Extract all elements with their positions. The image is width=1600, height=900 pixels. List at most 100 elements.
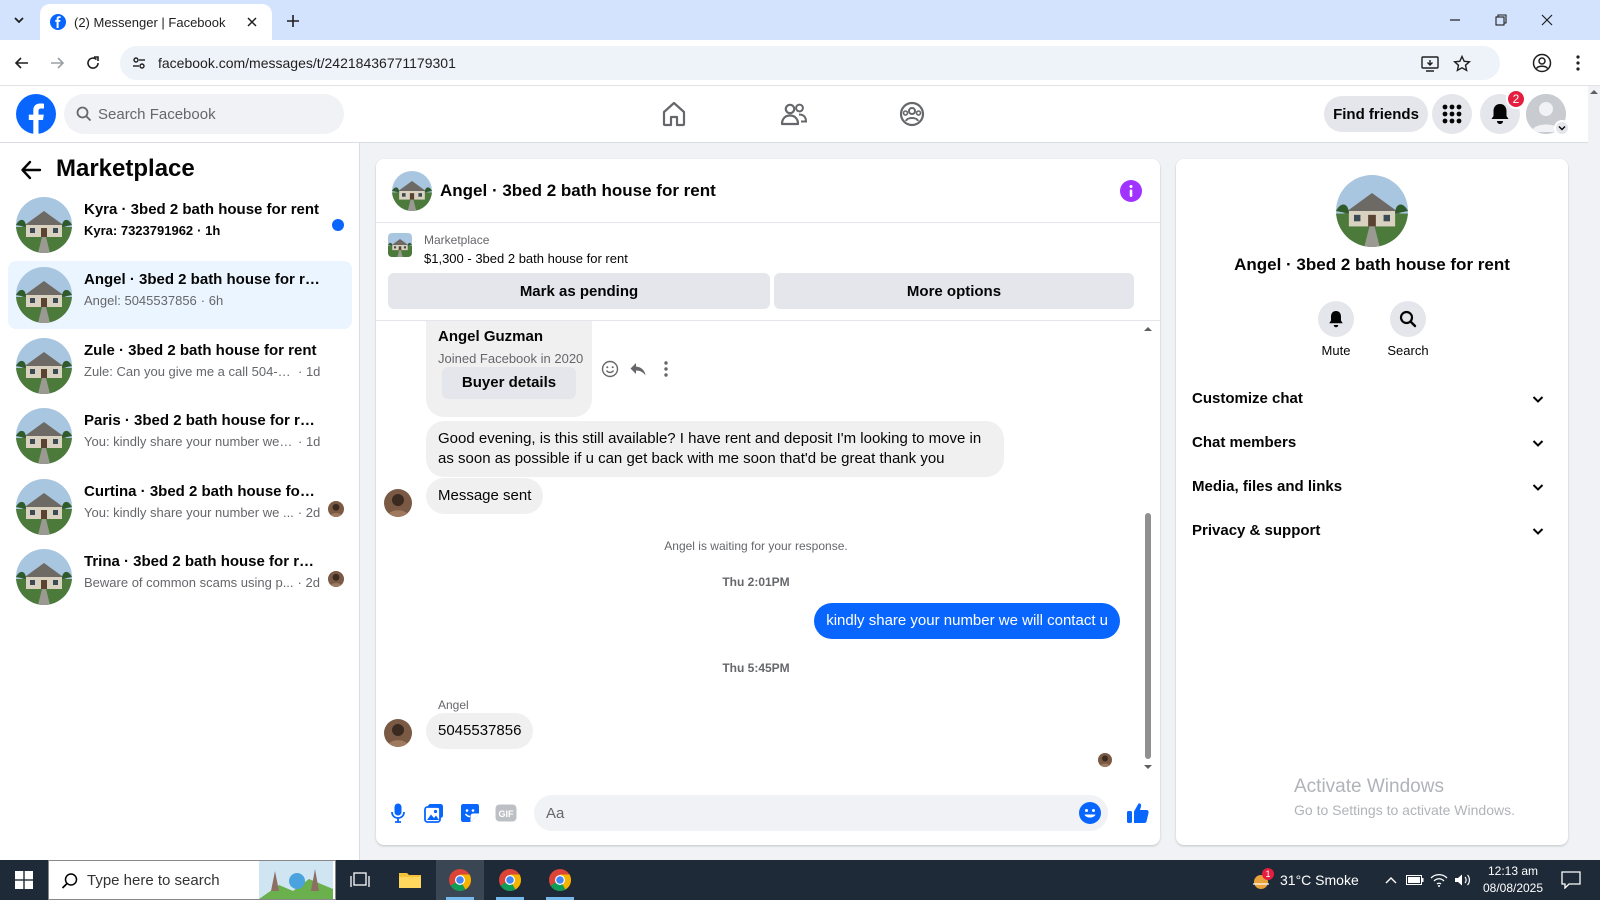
reload-icon (87, 56, 99, 69)
listing-price-title[interactable]: $1,300 - 3bed 2 bath house for rent (424, 251, 628, 266)
incoming-message[interactable]: 5045537856 (426, 713, 534, 749)
conversation-item[interactable]: Curtina · 3bed 2 bath house for ... You: … (8, 473, 352, 541)
incoming-message[interactable]: Message sent (426, 478, 544, 514)
privacy-support-section[interactable]: Privacy & support (1184, 509, 1560, 553)
mark-as-pending-button[interactable]: Mark as pending (388, 273, 770, 309)
close-window-button[interactable] (1524, 6, 1570, 34)
mute-button[interactable]: Mute (1306, 301, 1366, 358)
browser-tab[interactable]: (2) Messenger | Facebook (40, 4, 272, 40)
voice-clip-button[interactable] (386, 801, 410, 825)
chat-header-thumbnail[interactable] (392, 171, 432, 211)
message-scrollbar[interactable] (1143, 325, 1153, 777)
conversation-preview-row: You: kindly share your number we ... · 2d (84, 505, 320, 520)
search-icon (61, 873, 78, 889)
grid-menu-icon (1442, 104, 1462, 124)
conversation-info-button[interactable] (1120, 180, 1142, 202)
incoming-message[interactable]: Good evening, is this still available? I… (426, 421, 1004, 477)
sticker-button[interactable] (458, 801, 482, 825)
wifi-icon[interactable] (1430, 872, 1448, 888)
conversation-name: Kyra · 3bed 2 bath house for rent (84, 201, 320, 218)
menu-grid-button[interactable] (1432, 94, 1472, 134)
media-files-links-section[interactable]: Media, files and links (1184, 465, 1560, 509)
facebook-logo-icon[interactable] (16, 94, 56, 134)
chevron-down-icon (1558, 126, 1566, 131)
back-arrow-button[interactable] (16, 155, 46, 185)
reply-button[interactable] (626, 357, 650, 381)
more-message-actions-button[interactable] (654, 357, 678, 381)
close-icon (1541, 14, 1553, 26)
profile-icon[interactable] (1530, 51, 1554, 75)
customize-chat-section[interactable]: Customize chat (1184, 377, 1560, 421)
friends-nav-icon[interactable] (776, 96, 812, 132)
like-send-button[interactable] (1126, 801, 1150, 825)
conversation-preview: Beware of common scams using p... (84, 575, 294, 590)
browser-menu-icon[interactable] (1566, 51, 1590, 75)
message-list[interactable]: Angel Guzman Joined Facebook in 2020 Buy… (376, 321, 1160, 781)
minimize-button[interactable] (1432, 6, 1478, 34)
volume-icon[interactable] (1454, 872, 1472, 888)
groups-nav-icon[interactable] (894, 96, 930, 132)
conversation-item[interactable]: Zule · 3bed 2 bath house for rent Zule: C… (8, 332, 352, 400)
conversation-thumbnail (16, 549, 72, 605)
account-chevron[interactable] (1554, 120, 1570, 136)
task-view-button[interactable] (336, 860, 384, 900)
tab-close-button[interactable] (242, 12, 262, 32)
find-friends-button[interactable]: Find friends (1324, 96, 1428, 132)
weather-text[interactable]: 31°C Smoke (1280, 872, 1359, 888)
message-input-wrapper[interactable] (534, 795, 1108, 831)
chrome-profile-button[interactable] (486, 860, 534, 900)
sender-avatar[interactable] (384, 489, 412, 517)
react-button[interactable] (598, 357, 622, 381)
buyer-card: Angel Guzman Joined Facebook in 2020 Buy… (426, 321, 592, 417)
search-input[interactable] (98, 94, 328, 134)
page-scroll-up-arrow-icon[interactable] (1588, 86, 1600, 98)
address-bar[interactable]: facebook.com/messages/t/2421843677117930… (120, 46, 1500, 80)
outgoing-message[interactable]: kindly share your number we will contact… (814, 603, 1120, 639)
more-options-button[interactable]: More options (774, 273, 1134, 309)
info-thumbnail[interactable] (1336, 175, 1408, 247)
listing-thumbnail[interactable] (388, 233, 412, 257)
facebook-search[interactable] (64, 94, 344, 134)
start-button[interactable] (0, 860, 48, 900)
notification-badge: 2 (1506, 89, 1526, 109)
install-app-icon[interactable] (1420, 54, 1440, 74)
friends-icon (780, 103, 808, 126)
conversation-item[interactable]: Angel · 3bed 2 bath house for rent Angel:… (8, 261, 352, 329)
chevron-up-icon[interactable] (1382, 872, 1400, 888)
battery-icon[interactable] (1406, 872, 1424, 888)
system-clock[interactable]: 12:13 am 08/08/2025 (1478, 863, 1548, 897)
restore-button[interactable] (1478, 6, 1524, 34)
new-tab-button[interactable] (280, 8, 306, 34)
back-button[interactable] (8, 49, 36, 77)
chrome-window-button[interactable] (436, 860, 484, 900)
buyer-details-button[interactable]: Buyer details (442, 367, 576, 399)
message-input[interactable] (546, 795, 1056, 831)
attach-media-button[interactable] (422, 801, 446, 825)
chat-title[interactable]: Angel · 3bed 2 bath house for rent (440, 181, 716, 201)
reload-button[interactable] (79, 49, 107, 77)
sender-avatar[interactable] (384, 719, 412, 747)
chrome-profile-button[interactable] (536, 860, 584, 900)
gif-button[interactable]: GIF (494, 801, 518, 825)
file-explorer-button[interactable] (386, 860, 434, 900)
conversation-item[interactable]: Trina · 3bed 2 bath house for rent Beware… (8, 543, 352, 611)
home-nav-icon[interactable] (656, 96, 692, 132)
gif-icon: GIF (495, 804, 517, 822)
search-in-conversation-button[interactable]: Search (1378, 301, 1438, 358)
conversation-name: Zule · 3bed 2 bath house for rent (84, 342, 317, 359)
emoji-icon[interactable] (1078, 801, 1102, 825)
conversation-item[interactable]: Kyra · 3bed 2 bath house for rent Kyra: 7… (8, 191, 352, 259)
site-info-icon[interactable] (128, 52, 150, 74)
house-photo-icon (388, 233, 412, 257)
chat-members-section[interactable]: Chat members (1184, 421, 1560, 465)
tab-list-button[interactable] (6, 8, 32, 32)
conversation-item[interactable]: Paris · 3bed 2 bath house for rent You: k… (8, 402, 352, 470)
browser-toolbar: facebook.com/messages/t/2421843677117930… (0, 40, 1600, 86)
taskbar-search[interactable] (48, 860, 336, 900)
scrollbar-thumb[interactable] (1145, 513, 1151, 759)
clock-date: 08/08/2025 (1482, 881, 1544, 895)
forward-button[interactable] (43, 49, 71, 77)
action-center-icon[interactable] (1560, 870, 1582, 890)
bookmark-star-icon[interactable] (1452, 54, 1472, 74)
taskbar-search-input[interactable] (87, 861, 287, 899)
